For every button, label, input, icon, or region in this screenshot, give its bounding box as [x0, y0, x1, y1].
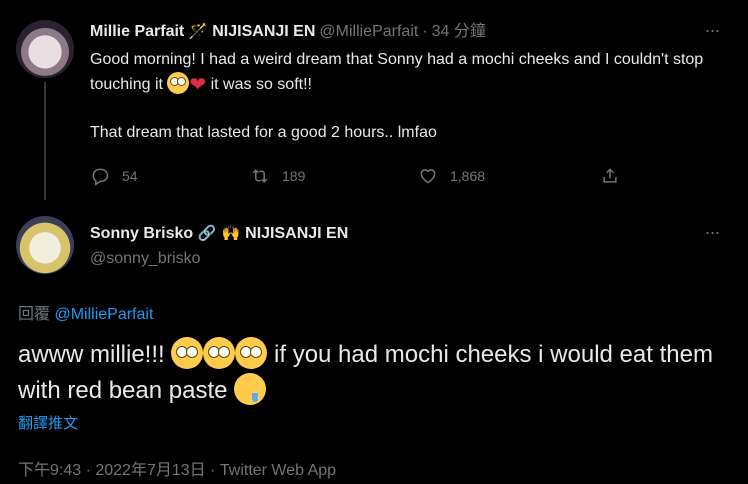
- tweet-text-line1-end: it was so soft!!: [206, 76, 312, 93]
- author-org[interactable]: NIJISANJI EN: [212, 22, 315, 42]
- tweet-header: Millie Parfait 🪄 NIJISANJI EN @MilliePar…: [90, 22, 486, 42]
- share-button[interactable]: [600, 166, 620, 186]
- retweet-button[interactable]: 189: [250, 166, 305, 186]
- flushed-face-icon: [167, 72, 190, 94]
- link-emoji-icon: 🔗: [197, 225, 217, 242]
- thread-connector-line: [44, 82, 46, 200]
- heart-emoji-icon: ❤: [189, 74, 207, 96]
- rolling-eyes-icon: [235, 337, 268, 369]
- action-bar: 54 189 1,868: [90, 166, 630, 188]
- reply-count: 54: [122, 168, 138, 184]
- tweet-text: Good morning! I had a weird dream that S…: [90, 48, 720, 145]
- share-icon: [603, 168, 617, 183]
- rolling-eyes-icon: [203, 337, 236, 369]
- like-count: 1,868: [450, 168, 486, 184]
- more-icon-reply[interactable]: ···: [700, 223, 724, 246]
- like-button[interactable]: 1,868: [418, 166, 485, 186]
- drooling-face-icon: [234, 373, 267, 405]
- replying-prefix: 回覆: [18, 306, 51, 323]
- author-handle[interactable]: @MillieParfait: [319, 22, 418, 42]
- reply-icon: [92, 168, 109, 186]
- retweet-icon: [252, 169, 268, 183]
- translate-tweet-link[interactable]: 翻譯推文: [18, 412, 78, 433]
- tweet-timestamp[interactable]: 下午9:43 · 2022年7月13日 · Twitter Web App: [18, 456, 336, 480]
- reply-author-name[interactable]: Sonny Brisko: [90, 224, 193, 244]
- more-icon[interactable]: ···: [700, 21, 724, 44]
- author-name[interactable]: Millie Parfait: [90, 22, 184, 42]
- tweet-time[interactable]: 34 分鐘: [432, 22, 486, 42]
- avatar-sonny[interactable]: [16, 216, 74, 274]
- retweet-count: 189: [282, 168, 306, 184]
- wand-emoji-icon: 🪄: [188, 23, 208, 40]
- reply-tweet-header: Sonny Brisko 🔗 🙌 NIJISANJI EN: [90, 224, 348, 244]
- like-icon: [420, 169, 436, 184]
- tweet-text-line2: That dream that lasted for a good 2 hour…: [90, 124, 437, 141]
- replying-to: 回覆 @MillieParfait: [18, 300, 153, 324]
- rolling-eyes-icon: [171, 337, 204, 369]
- tweet-original: Millie Parfait 🪄 NIJISANJI EN @MilliePar…: [0, 0, 748, 202]
- mention-link[interactable]: @MillieParfait: [54, 306, 153, 323]
- separator-dot: ·: [422, 23, 428, 40]
- reply-author-org[interactable]: NIJISANJI EN: [245, 224, 348, 244]
- raised-hands-emoji-icon: 🙌: [221, 225, 241, 242]
- avatar-millie[interactable]: [16, 20, 74, 78]
- reply-text-start: awww millie!!!: [18, 341, 172, 368]
- reply-button[interactable]: 54: [90, 166, 138, 186]
- reply-tweet-text: awww millie!!! if you had mochi cheeks i…: [18, 337, 718, 409]
- reply-author-handle[interactable]: @sonny_brisko: [90, 250, 201, 268]
